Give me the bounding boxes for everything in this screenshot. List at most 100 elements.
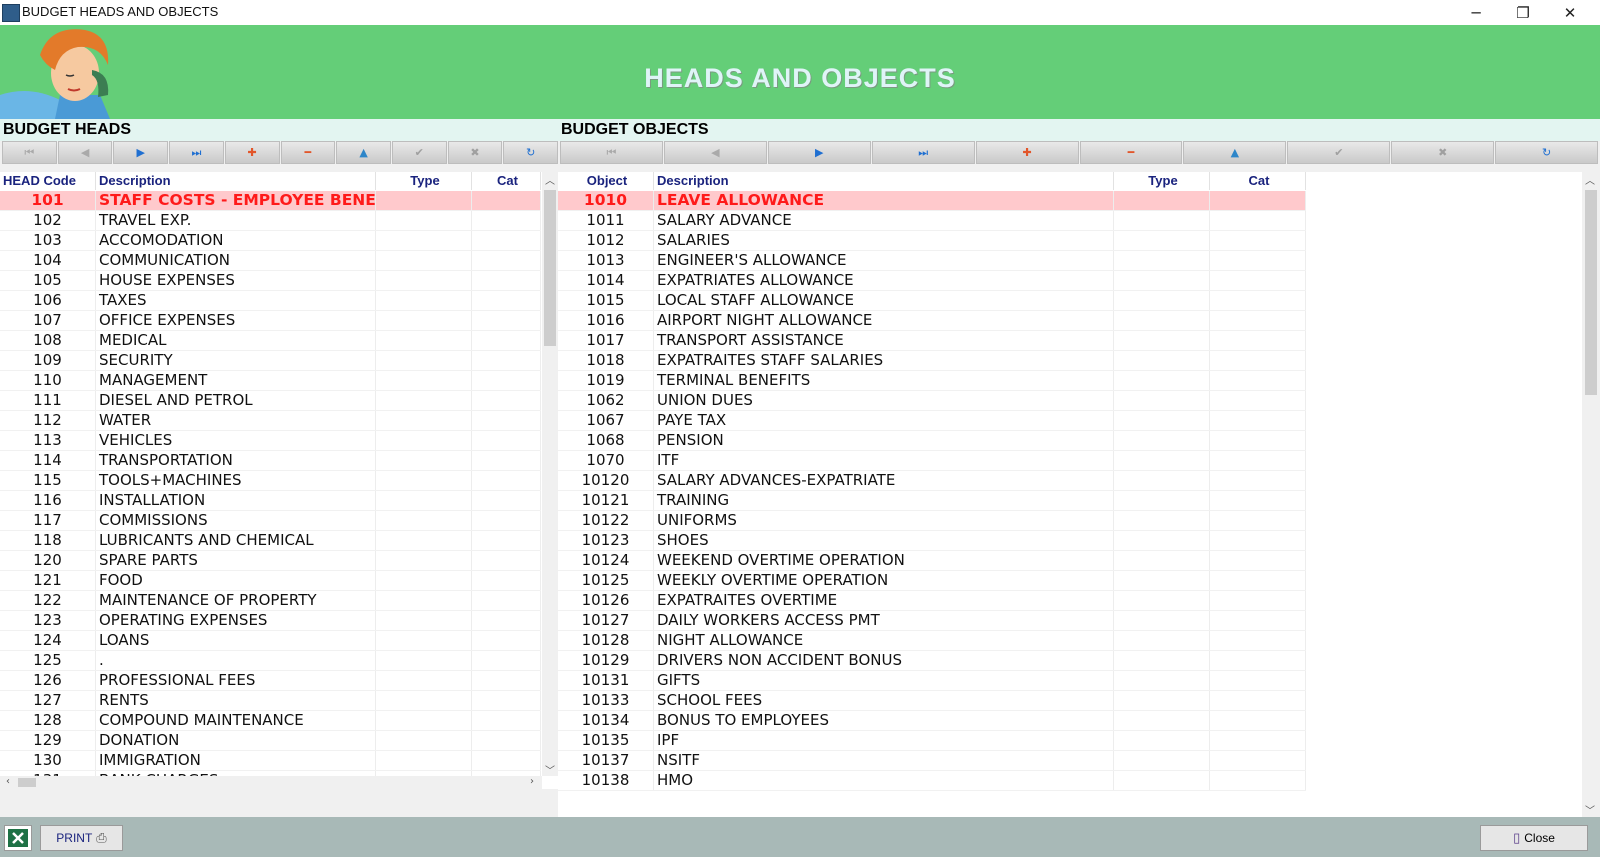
head-cell-cat[interactable] [472, 311, 541, 330]
head-row[interactable]: 130 IMMIGRATION [0, 751, 541, 771]
object-row[interactable]: 1011 SALARY ADVANCE [558, 211, 1306, 231]
head-row[interactable]: 118 LUBRICANTS AND CHEMICAL [0, 531, 541, 551]
object-row[interactable]: 1010 LEAVE ALLOWANCE [558, 191, 1306, 211]
head-cell-type[interactable] [376, 331, 472, 350]
head-row[interactable]: 103 ACCOMODATION [0, 231, 541, 251]
object-cell-desc[interactable]: ITF [654, 451, 1114, 470]
head-cell-code[interactable]: 117 [0, 511, 96, 530]
object-cell-desc[interactable]: EXPATRAITES STAFF SALARIES [654, 351, 1114, 370]
head-cell-cat[interactable] [472, 251, 541, 270]
head-cell-cat[interactable] [472, 231, 541, 250]
head-cell-desc[interactable]: ACCOMODATION [96, 231, 376, 250]
head-cell-type[interactable] [376, 671, 472, 690]
object-cell-code[interactable]: 10126 [558, 591, 654, 610]
object-cell-code[interactable]: 10120 [558, 471, 654, 490]
head-cell-code[interactable]: 112 [0, 411, 96, 430]
head-cell-desc[interactable]: MANAGEMENT [96, 371, 376, 390]
object-cell-desc[interactable]: SHOES [654, 531, 1114, 550]
object-cell-type[interactable] [1114, 531, 1210, 550]
object-row[interactable]: 10129 DRIVERS NON ACCIDENT BONUS [558, 651, 1306, 671]
head-cell-cat[interactable] [472, 571, 541, 590]
head-cell-code[interactable]: 115 [0, 471, 96, 490]
head-cell-cat[interactable] [472, 391, 541, 410]
object-cell-desc[interactable]: GIFTS [654, 671, 1114, 690]
objects-add-record-button[interactable]: ✚ [975, 141, 1079, 164]
head-cell-desc[interactable]: COMPOUND MAINTENANCE [96, 711, 376, 730]
head-row[interactable]: 113 VEHICLES [0, 431, 541, 451]
object-row[interactable]: 1018 EXPATRAITES STAFF SALARIES [558, 351, 1306, 371]
head-cell-code[interactable]: 105 [0, 271, 96, 290]
heads-scroll-thumb[interactable] [544, 190, 556, 346]
export-excel-button[interactable] [4, 825, 32, 851]
head-row[interactable]: 116 INSTALLATION [0, 491, 541, 511]
object-cell-type[interactable] [1114, 391, 1210, 410]
head-row[interactable]: 101 STAFF COSTS - EMPLOYEE BENEF [0, 191, 541, 211]
object-cell-code[interactable]: 10125 [558, 571, 654, 590]
head-row[interactable]: 104 COMMUNICATION [0, 251, 541, 271]
head-cell-type[interactable] [376, 631, 472, 650]
object-row[interactable]: 1019 TERMINAL BENEFITS [558, 371, 1306, 391]
column-header-description[interactable]: Description [96, 172, 376, 190]
object-cell-desc[interactable]: LOCAL STAFF ALLOWANCE [654, 291, 1114, 310]
head-cell-desc[interactable]: DONATION [96, 731, 376, 750]
head-cell-desc[interactable]: LUBRICANTS AND CHEMICAL [96, 531, 376, 550]
head-cell-type[interactable] [376, 191, 472, 210]
object-row[interactable]: 10121 TRAINING [558, 491, 1306, 511]
head-cell-type[interactable] [376, 311, 472, 330]
object-cell-type[interactable] [1114, 751, 1210, 770]
head-cell-cat[interactable] [472, 531, 541, 550]
heads-vertical-scrollbar[interactable]: ︿ ﹀ [542, 172, 558, 777]
head-cell-desc[interactable]: MAINTENANCE OF PROPERTY [96, 591, 376, 610]
head-cell-cat[interactable] [472, 191, 541, 210]
object-row[interactable]: 1067 PAYE TAX [558, 411, 1306, 431]
object-row[interactable]: 1013 ENGINEER'S ALLOWANCE [558, 251, 1306, 271]
object-row[interactable]: 10133 SCHOOL FEES [558, 691, 1306, 711]
head-cell-code[interactable]: 102 [0, 211, 96, 230]
object-cell-cat[interactable] [1210, 311, 1306, 330]
scroll-left-icon[interactable]: ‹ [0, 776, 16, 787]
head-cell-code[interactable]: 121 [0, 571, 96, 590]
column-header-description[interactable]: Description [654, 172, 1114, 190]
object-cell-desc[interactable]: ENGINEER'S ALLOWANCE [654, 251, 1114, 270]
head-cell-cat[interactable] [472, 551, 541, 570]
object-cell-code[interactable]: 10131 [558, 671, 654, 690]
objects-edit-record-button[interactable]: ▲ [1183, 141, 1287, 164]
head-cell-code[interactable]: 114 [0, 451, 96, 470]
object-cell-desc[interactable]: PAYE TAX [654, 411, 1114, 430]
heads-previous-record-button[interactable]: ◀ [57, 141, 113, 164]
heads-cancel-record-button[interactable]: ✖ [447, 141, 503, 164]
objects-refresh-button[interactable]: ↻ [1495, 141, 1599, 164]
object-cell-code[interactable]: 1016 [558, 311, 654, 330]
head-cell-type[interactable] [376, 471, 472, 490]
object-cell-cat[interactable] [1210, 491, 1306, 510]
scroll-up-icon[interactable]: ︿ [542, 172, 558, 187]
head-row[interactable]: 122 MAINTENANCE OF PROPERTY [0, 591, 541, 611]
head-row[interactable]: 124 LOANS [0, 631, 541, 651]
object-cell-cat[interactable] [1210, 351, 1306, 370]
object-row[interactable]: 10137 NSITF [558, 751, 1306, 771]
restore-button[interactable]: ❐ [1500, 0, 1546, 25]
head-cell-code[interactable]: 125 [0, 651, 96, 670]
object-cell-cat[interactable] [1210, 451, 1306, 470]
head-row[interactable]: 127 RENTS [0, 691, 541, 711]
head-row[interactable]: 128 COMPOUND MAINTENANCE [0, 711, 541, 731]
object-cell-cat[interactable] [1210, 751, 1306, 770]
head-cell-type[interactable] [376, 691, 472, 710]
head-row[interactable]: 106 TAXES [0, 291, 541, 311]
object-cell-cat[interactable] [1210, 411, 1306, 430]
head-cell-type[interactable] [376, 651, 472, 670]
objects-save-record-button[interactable]: ✔ [1287, 141, 1391, 164]
object-cell-code[interactable]: 1068 [558, 431, 654, 450]
head-cell-type[interactable] [376, 391, 472, 410]
object-row[interactable]: 1015 LOCAL STAFF ALLOWANCE [558, 291, 1306, 311]
object-cell-cat[interactable] [1210, 231, 1306, 250]
head-cell-code[interactable]: 108 [0, 331, 96, 350]
head-cell-desc[interactable]: . [96, 651, 376, 670]
head-row[interactable]: 107 OFFICE EXPENSES [0, 311, 541, 331]
object-row[interactable]: 10134 BONUS TO EMPLOYEES [558, 711, 1306, 731]
object-cell-code[interactable]: 1019 [558, 371, 654, 390]
head-cell-code[interactable]: 111 [0, 391, 96, 410]
objects-previous-record-button[interactable]: ◀ [663, 141, 767, 164]
head-cell-cat[interactable] [472, 731, 541, 750]
head-cell-cat[interactable] [472, 451, 541, 470]
